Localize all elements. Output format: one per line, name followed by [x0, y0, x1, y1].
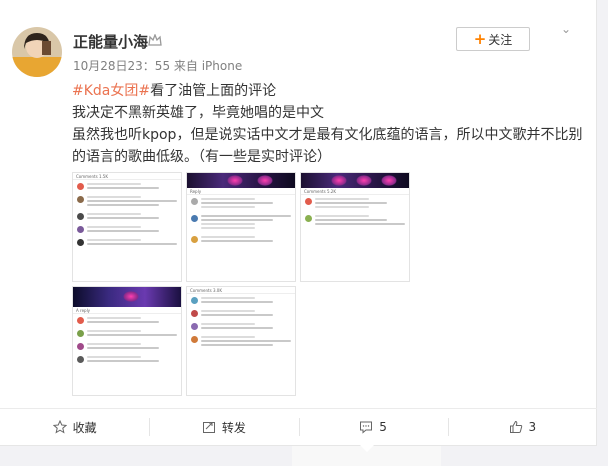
topic-link[interactable]: #Kda女团#: [72, 83, 150, 99]
post-meta: 10月28日23：55 来自 iPhone: [73, 59, 243, 73]
comment-button[interactable]: 5: [298, 409, 448, 445]
like-count: 3: [528, 420, 537, 434]
post-text-line1: 看了油管上面的评论: [150, 83, 277, 99]
favorite-label: 收藏: [72, 420, 97, 435]
repost-button[interactable]: 转发: [149, 409, 298, 445]
avatar[interactable]: [12, 27, 62, 77]
image-thumbnail[interactable]: A reply: [72, 286, 182, 396]
chevron-down-icon[interactable]: ⌄: [559, 23, 573, 35]
active-tab-indicator: [292, 445, 441, 466]
thumbs-up-icon: [509, 420, 522, 433]
post-text: #Kda女团#看了油管上面的评论 我决定不黑新英雄了，毕竟她唱的是中文 虽然我也…: [72, 80, 587, 168]
action-bar: 收藏 转发 5 3: [0, 409, 597, 445]
thumbnail-header: Reply: [187, 188, 295, 195]
post-text-line3: 虽然我也听kpop，但是说实话中文才是最有文化底蕴的语言，所以中文歌并不比别的语…: [72, 127, 583, 165]
thumbnail-header: Comments 1.5K: [73, 173, 181, 180]
image-thumbnail[interactable]: Comments 3.0K: [186, 286, 296, 396]
favorite-button[interactable]: 收藏: [0, 409, 149, 445]
thumbnail-header: Comments 5.2K: [301, 188, 409, 195]
plus-icon: +: [473, 30, 487, 48]
star-icon: [52, 420, 67, 434]
post-text-line2: 我决定不黑新英雄了，毕竟她唱的是中文: [72, 105, 324, 121]
thumbnail-header: A reply: [73, 307, 181, 314]
repost-icon: [202, 422, 215, 433]
image-thumbnail[interactable]: Comments 5.2K: [300, 172, 410, 282]
image-thumbnail[interactable]: Reply: [186, 172, 296, 282]
member-crown-icon[interactable]: [148, 34, 162, 47]
comment-count: 5: [379, 420, 387, 434]
weibo-post-card: ⌄ 正能量小海 10月28日23：55 来自 iPhone + 关注 #Kda女…: [0, 0, 597, 466]
comment-icon: [360, 421, 373, 434]
like-button[interactable]: 3: [447, 409, 597, 445]
follow-label: 关注: [488, 32, 513, 47]
repost-label: 转发: [221, 420, 246, 435]
thumbnail-header: Comments 3.0K: [187, 287, 295, 294]
image-thumbnail[interactable]: Comments 1.5K: [72, 172, 182, 282]
follow-button[interactable]: + 关注: [456, 27, 530, 51]
username[interactable]: 正能量小海: [73, 31, 148, 52]
